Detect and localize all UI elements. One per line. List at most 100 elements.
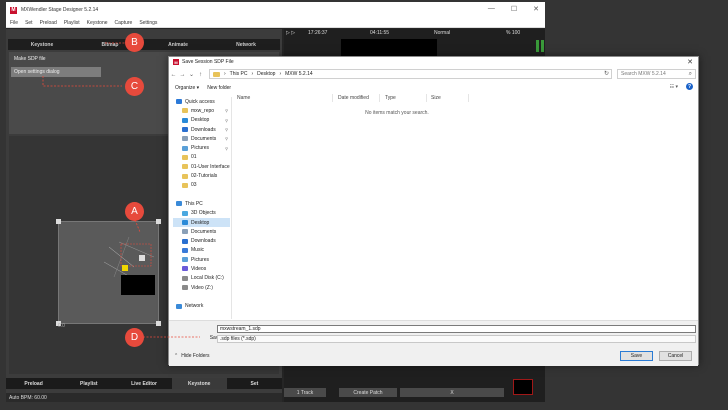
- nav-item[interactable]: Downloads: [173, 236, 230, 245]
- menu-set[interactable]: Set: [25, 20, 33, 26]
- help-icon[interactable]: ?: [686, 83, 693, 90]
- corner-handle[interactable]: [156, 219, 161, 224]
- close-icon[interactable]: ✕: [533, 5, 539, 13]
- remove-button[interactable]: X: [400, 388, 504, 397]
- corner-handle[interactable]: [156, 321, 161, 326]
- nav-item[interactable]: Videos: [173, 264, 230, 273]
- nav-item[interactable]: This PC: [173, 199, 230, 208]
- track-button[interactable]: 1 Track: [284, 388, 326, 397]
- nav-item[interactable]: 01-User Interface: [173, 162, 230, 171]
- address-bar[interactable]: › This PC › Desktop › MXW 5.2.14 ↻: [209, 69, 612, 79]
- blend-mode[interactable]: Normal: [434, 30, 450, 36]
- tab-live-editor[interactable]: Live Editor: [116, 378, 171, 389]
- disk-icon: [182, 285, 188, 291]
- master-percent[interactable]: % 100: [506, 30, 520, 36]
- maximize-icon[interactable]: ☐: [511, 5, 517, 13]
- nav-item[interactable]: Music: [173, 246, 230, 255]
- file-name-value: mxwstream_1.sdp: [220, 326, 261, 332]
- nav-item[interactable]: Quick access: [173, 97, 230, 106]
- save-type-select[interactable]: .sdp files (*.sdp): [217, 335, 696, 343]
- output-preview: [341, 39, 437, 57]
- tab-animate[interactable]: Animate: [144, 39, 212, 50]
- tab-network[interactable]: Network: [212, 39, 280, 50]
- tab-keystone-bottom[interactable]: Keystone: [171, 378, 227, 389]
- col-size[interactable]: Size: [431, 95, 441, 101]
- play-icon[interactable]: ▷ ▷: [286, 30, 295, 36]
- create-patch-button[interactable]: Create Patch: [339, 388, 397, 397]
- folder-icon: [182, 108, 188, 114]
- clip-thumbnail[interactable]: [513, 379, 533, 395]
- file-name-field[interactable]: mxwstream_1.sdp: [217, 325, 696, 333]
- tab-playlist[interactable]: Playlist: [61, 378, 116, 389]
- minimize-icon[interactable]: —: [488, 5, 495, 13]
- tab-keystone[interactable]: Keystone: [8, 39, 76, 50]
- network-icon: [176, 303, 182, 309]
- nav-item[interactable]: Documents: [173, 227, 230, 236]
- nav-item[interactable]: Desktop ⚲: [173, 116, 230, 125]
- pin-icon[interactable]: ⚲: [225, 108, 228, 113]
- open-settings-button[interactable]: Open settings dialog: [11, 67, 101, 77]
- nav-item[interactable]: Documents ⚲: [173, 134, 230, 143]
- back-icon[interactable]: ←: [169, 72, 178, 78]
- view-options-icon[interactable]: ☷ ▾: [670, 84, 678, 90]
- forward-icon[interactable]: →: [178, 72, 187, 78]
- nav-item[interactable]: Pictures: [173, 255, 230, 264]
- nav-item[interactable]: Network: [173, 302, 230, 311]
- nav-item-label: Local Disk (C:): [191, 275, 224, 282]
- menu-file[interactable]: File: [10, 20, 18, 26]
- folder-icon: [182, 173, 188, 179]
- keystone-canvas[interactable]: [56, 219, 161, 326]
- breadcrumb-this-pc[interactable]: This PC: [230, 71, 248, 77]
- nav-item[interactable]: Pictures ⚲: [173, 143, 230, 152]
- save-button[interactable]: Save: [620, 351, 653, 361]
- time-left: 17:26:37: [308, 30, 328, 36]
- pin-icon[interactable]: ⚲: [225, 146, 228, 151]
- col-type[interactable]: Type: [385, 95, 396, 101]
- make-sdp-button[interactable]: Make SDP file: [11, 54, 101, 64]
- cancel-button[interactable]: Cancel: [659, 351, 692, 361]
- nav-item-label: Downloads: [191, 238, 216, 245]
- nav-item[interactable]: Video (Z:): [173, 283, 230, 292]
- search-input[interactable]: Search MXW 5.2.14 ⌕: [617, 69, 696, 79]
- menu-capture[interactable]: Capture: [115, 20, 133, 26]
- dialog-logo: M: [173, 59, 179, 65]
- pane-divider[interactable]: [231, 97, 232, 319]
- tab-preload[interactable]: Preload: [6, 378, 61, 389]
- music-icon: [182, 247, 188, 253]
- nav-item-label: Pictures: [191, 256, 210, 263]
- menu-keystone[interactable]: Keystone: [87, 20, 108, 26]
- pin-icon[interactable]: ⚲: [225, 127, 228, 132]
- nav-item[interactable]: mxw_repo ⚲: [173, 106, 230, 115]
- up-icon[interactable]: ↑: [196, 72, 205, 78]
- nav-item[interactable]: 3D Objects: [173, 209, 230, 218]
- pin-icon[interactable]: ⚲: [225, 136, 228, 141]
- menu-settings[interactable]: Settings: [139, 20, 157, 26]
- refresh-icon[interactable]: ↻: [602, 70, 611, 79]
- col-name[interactable]: Name: [237, 95, 250, 101]
- hide-folders-toggle[interactable]: ⌃ Hide Folders: [174, 353, 210, 359]
- menu-preload[interactable]: Preload: [40, 20, 57, 26]
- time-mid: 04:11:55: [370, 30, 390, 36]
- nav-item[interactable]: Desktop: [173, 217, 230, 228]
- new-folder-button[interactable]: New folder: [207, 85, 231, 91]
- nav-item[interactable]: 01: [173, 153, 230, 162]
- keystone-marker[interactable]: [122, 265, 128, 271]
- dialog-close-icon[interactable]: ✕: [687, 58, 693, 66]
- col-date-modified[interactable]: Date modified: [338, 95, 369, 101]
- nav-item[interactable]: 02-Tutorials: [173, 171, 230, 180]
- menu-playlist[interactable]: Playlist: [64, 20, 80, 26]
- breadcrumb-desktop[interactable]: Desktop: [257, 71, 275, 77]
- corner-handle[interactable]: [56, 219, 61, 224]
- nav-item[interactable]: Downloads ⚲: [173, 125, 230, 134]
- level-meter: [541, 40, 544, 52]
- breadcrumb-folder[interactable]: MXW 5.2.14: [285, 71, 313, 77]
- recent-icon[interactable]: ⌄: [187, 71, 196, 78]
- nav-item[interactable]: Local Disk (C:): [173, 274, 230, 283]
- chevron-up-icon: ⌃: [174, 353, 179, 359]
- pictures-icon: [182, 145, 188, 151]
- tab-set[interactable]: Set: [227, 378, 282, 389]
- nav-item[interactable]: 03: [173, 181, 230, 190]
- organize-button[interactable]: Organize ▾: [175, 85, 199, 91]
- pin-icon[interactable]: ⚲: [225, 118, 228, 123]
